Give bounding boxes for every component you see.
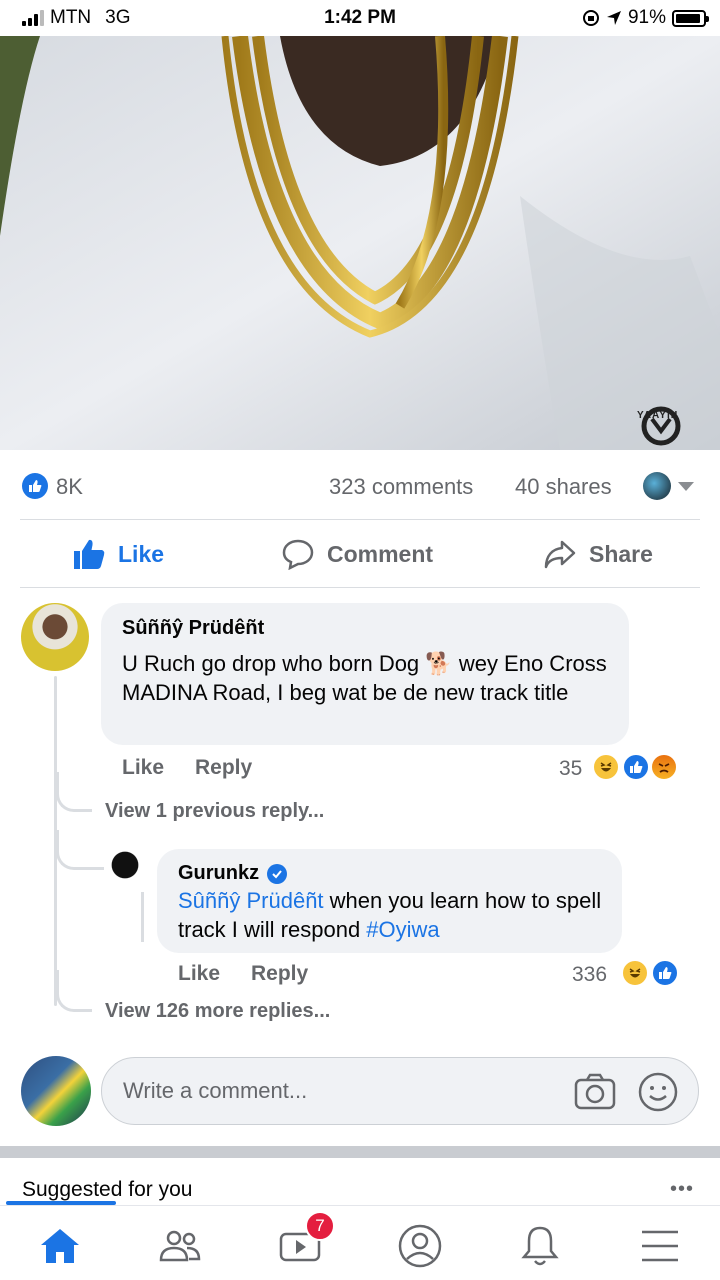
home-tab[interactable] bbox=[30, 1216, 90, 1276]
status-bar: MTN 3G 1:42 PM 91% bbox=[0, 0, 720, 36]
location-icon bbox=[606, 11, 621, 25]
friends-tab[interactable] bbox=[150, 1216, 210, 1276]
battery-icon bbox=[672, 9, 709, 27]
menu-tab[interactable] bbox=[630, 1216, 690, 1276]
suggested-for-you-heading: Suggested for you bbox=[22, 1178, 193, 1201]
thread-line bbox=[56, 970, 92, 1012]
orientation-lock-icon bbox=[582, 10, 599, 26]
divider bbox=[20, 587, 700, 588]
reply-author-avatar[interactable] bbox=[107, 849, 147, 889]
thumbs-up-icon bbox=[74, 539, 105, 569]
photo-watermark: YAAYIII bbox=[637, 410, 679, 421]
watch-notification-badge: 7 bbox=[305, 1211, 335, 1241]
angry-reaction-icon bbox=[650, 753, 678, 781]
haha-reaction-icon bbox=[621, 959, 649, 987]
friends-icon bbox=[159, 1230, 201, 1262]
viewer-avatar[interactable] bbox=[643, 472, 671, 500]
comment-reply-button[interactable]: Reply bbox=[195, 756, 252, 780]
reply-author[interactable]: Gurunkz bbox=[178, 862, 259, 885]
comment-input-placeholder: Write a comment... bbox=[123, 1078, 308, 1103]
hashtag-link[interactable]: #Oyiwa bbox=[366, 917, 439, 942]
mention-link[interactable]: Sûññŷ Prüdêñt bbox=[178, 888, 324, 913]
comment-button[interactable]: Comment bbox=[281, 522, 433, 586]
my-avatar[interactable] bbox=[21, 1056, 91, 1126]
post-actions: Like Comment Share bbox=[0, 522, 720, 586]
comment-label: Comment bbox=[327, 540, 434, 567]
reply-author-row: Gurunkz bbox=[178, 862, 288, 885]
view-more-replies-link[interactable]: View 126 more replies... bbox=[105, 1000, 330, 1023]
post-image bbox=[0, 36, 720, 450]
more-options-icon[interactable]: ••• bbox=[670, 1178, 694, 1201]
share-button[interactable]: Share bbox=[543, 522, 653, 586]
share-label: Share bbox=[589, 540, 653, 567]
comment-text: U Ruch go drop who born Dog 🐕 wey Eno Cr… bbox=[122, 649, 612, 707]
view-previous-reply-link[interactable]: View 1 previous reply... bbox=[105, 800, 324, 823]
commenter-avatar[interactable] bbox=[21, 603, 89, 671]
like-reaction-icon bbox=[22, 473, 48, 499]
emoji-icon[interactable] bbox=[637, 1071, 679, 1113]
reply-like-button[interactable]: Like bbox=[178, 962, 220, 986]
like-label: Like bbox=[118, 540, 165, 567]
thread-line bbox=[141, 892, 144, 942]
reply-bubble[interactable]: Gurunkz Sûññŷ Prüdêñt when you learn how… bbox=[157, 849, 622, 953]
divider bbox=[20, 519, 700, 520]
notifications-icon bbox=[521, 1226, 559, 1266]
profile-icon bbox=[398, 1224, 442, 1268]
thread-line bbox=[56, 830, 104, 870]
reply-reply-button[interactable]: Reply bbox=[251, 962, 308, 986]
like-reaction-icon bbox=[622, 753, 650, 781]
home-icon bbox=[41, 1229, 79, 1263]
post-photo[interactable]: YAAYIII bbox=[0, 36, 720, 450]
haha-reaction-icon bbox=[592, 753, 620, 781]
comment-text-part: U Ruch go drop who born Dog bbox=[122, 651, 426, 676]
thread-line bbox=[56, 772, 92, 812]
comment-input[interactable]: Write a comment... bbox=[101, 1057, 699, 1125]
likes-count[interactable]: 8K bbox=[56, 474, 83, 500]
post-stats: 8K 323 comments 40 shares bbox=[0, 464, 720, 508]
comment-icon bbox=[282, 539, 314, 570]
comment-like-button[interactable]: Like bbox=[122, 756, 164, 780]
comments-count[interactable]: 323 comments bbox=[329, 474, 473, 500]
verified-badge-icon bbox=[267, 863, 288, 884]
shares-count[interactable]: 40 shares bbox=[515, 474, 612, 500]
share-icon bbox=[544, 540, 576, 569]
comment-bubble[interactable]: Sûññŷ Prüdêñt U Ruch go drop who born Do… bbox=[101, 603, 629, 745]
notifications-tab[interactable] bbox=[510, 1216, 570, 1276]
profile-tab[interactable] bbox=[390, 1216, 450, 1276]
camera-icon[interactable] bbox=[573, 1071, 617, 1111]
reaction-count[interactable]: 336 bbox=[572, 963, 607, 987]
dog-emoji: 🐕 bbox=[425, 651, 453, 676]
reaction-count[interactable]: 35 bbox=[559, 757, 582, 781]
comment-author[interactable]: Sûññŷ Prüdêñt bbox=[122, 617, 264, 640]
battery-percent: 91% bbox=[627, 7, 666, 28]
chevron-down-icon[interactable] bbox=[678, 482, 694, 491]
section-separator bbox=[0, 1146, 720, 1158]
status-right: 91% bbox=[582, 7, 709, 29]
bottom-nav bbox=[0, 1205, 720, 1280]
like-reaction-icon bbox=[651, 959, 679, 987]
like-button[interactable]: Like bbox=[72, 522, 164, 586]
menu-icon bbox=[642, 1230, 678, 1262]
reply-text: Sûññŷ Prüdêñt when you learn how to spel… bbox=[178, 886, 608, 944]
